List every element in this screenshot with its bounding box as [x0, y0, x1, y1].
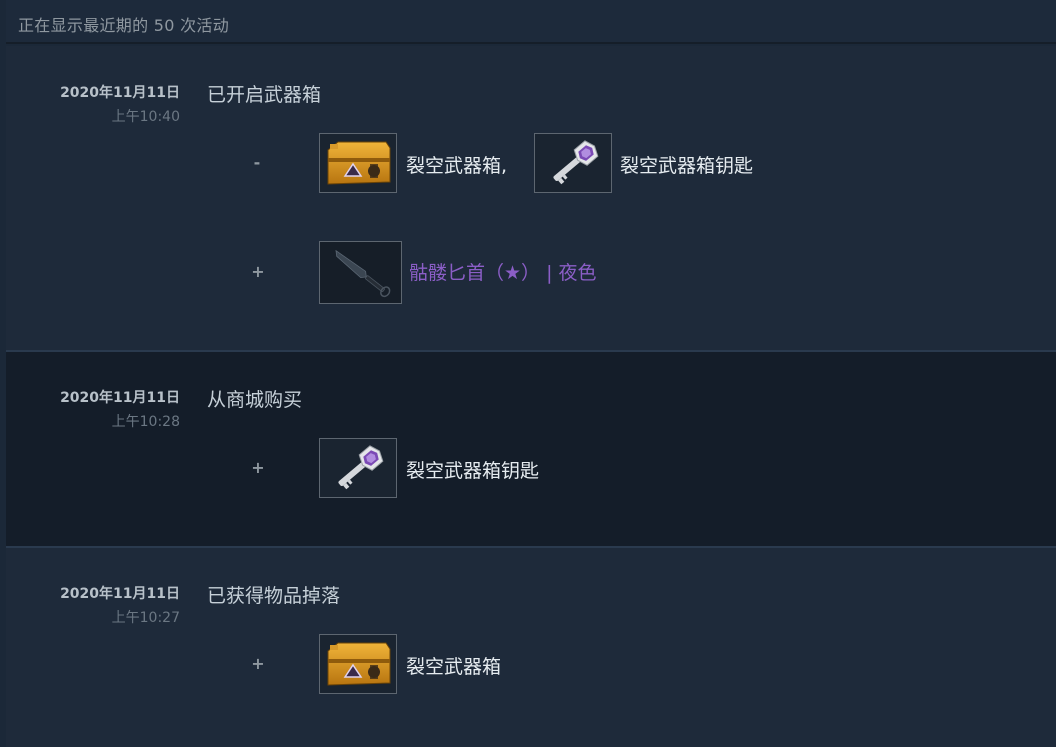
- item-thumbnail[interactable]: [534, 133, 612, 193]
- item-name[interactable]: 裂空武器箱钥匙: [620, 151, 753, 178]
- item-thumbnail[interactable]: [319, 241, 402, 304]
- item-thumbnail[interactable]: [319, 634, 397, 694]
- items-removed-sign: -: [253, 153, 261, 172]
- event-date: 2020年11月11日: [60, 85, 180, 101]
- event-date: 2020年11月11日: [60, 390, 180, 406]
- items-added-sign: +: [251, 458, 265, 477]
- activity-count-text: 正在显示最近期的 50 次活动: [18, 16, 230, 35]
- weapon-case-icon: [327, 141, 391, 185]
- event-description: 已获得物品掉落: [207, 585, 341, 607]
- inventory-history-page: 正在显示最近期的 50 次活动 2020年11月11日 上午10:40 已开启武…: [0, 0, 1056, 747]
- item-name[interactable]: 裂空武器箱: [406, 652, 501, 679]
- case-key-icon: [338, 445, 384, 490]
- history-row: 2020年11月11日 上午10:40 已开启武器箱 - 裂空武器箱, 裂空武器…: [6, 46, 1056, 350]
- event-time: 上午10:40: [111, 109, 180, 125]
- event-time: 上午10:27: [111, 610, 180, 626]
- item-name[interactable]: 裂空武器箱钥匙: [406, 456, 539, 483]
- event-date: 2020年11月11日: [60, 586, 180, 602]
- activity-count-bar: 正在显示最近期的 50 次活动: [6, 0, 1056, 44]
- case-key-icon: [553, 140, 599, 185]
- event-description: 从商城购买: [207, 389, 303, 411]
- history-row: 2020年11月11日 上午10:28 从商城购买 + 裂空武器箱钥匙: [6, 350, 1056, 546]
- weapon-case-icon: [327, 642, 391, 686]
- item-thumbnail[interactable]: [319, 438, 397, 498]
- items-added-sign: +: [251, 654, 265, 673]
- event-description: 已开启武器箱: [207, 84, 322, 106]
- event-time: 上午10:28: [111, 414, 180, 430]
- skeleton-knife-icon: [335, 249, 391, 298]
- item-name[interactable]: 裂空武器箱,: [406, 151, 507, 178]
- items-added-sign: +: [251, 262, 265, 281]
- history-row: 2020年11月11日 上午10:27 已获得物品掉落 + 裂空武器箱: [6, 546, 1056, 747]
- item-thumbnail[interactable]: [319, 133, 397, 193]
- item-name-rare[interactable]: 骷髅匕首（★） | 夜色: [409, 258, 597, 285]
